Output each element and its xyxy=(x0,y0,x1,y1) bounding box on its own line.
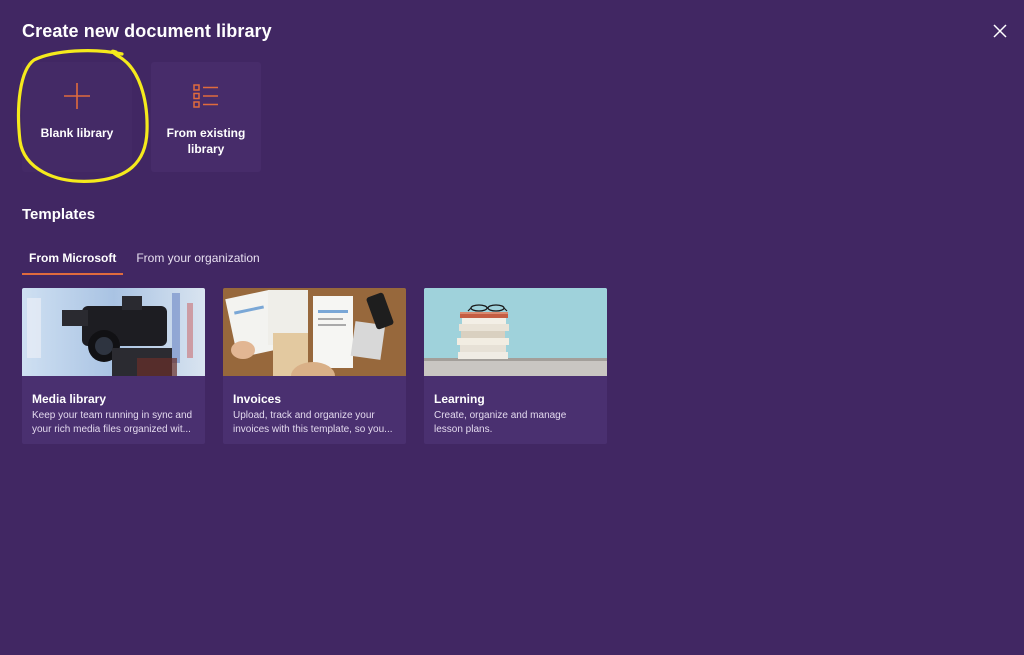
from-existing-library-label: From existing library xyxy=(166,126,246,156)
blank-library-tile[interactable]: Blank library xyxy=(22,62,132,172)
from-existing-library-tile[interactable]: From existing library xyxy=(151,62,261,172)
template-tabs: From Microsoft From your organization xyxy=(22,247,267,275)
card-title: Media library xyxy=(32,392,107,406)
blank-library-label: Blank library xyxy=(40,126,114,140)
template-card-invoices[interactable]: Invoices Upload, track and organize your… xyxy=(223,288,406,444)
stacked-books-photo xyxy=(424,288,607,376)
list-icon xyxy=(191,81,221,111)
card-title: Invoices xyxy=(233,392,282,406)
invoice-papers-photo xyxy=(223,288,406,376)
plus-icon xyxy=(62,81,92,111)
card-title: Learning xyxy=(434,392,485,406)
video-camera-photo xyxy=(22,288,205,376)
close-icon[interactable] xyxy=(990,21,1010,41)
card-description: Keep your team running in sync and your … xyxy=(32,410,193,435)
dialog-title: Create new document library xyxy=(22,21,272,41)
card-description: Upload, track and organize your invoices… xyxy=(233,410,393,435)
templates-heading: Templates xyxy=(22,206,96,223)
tab-from-your-organization[interactable]: From your organization xyxy=(129,247,266,273)
template-card-media-library[interactable]: Media library Keep your team running in … xyxy=(22,288,205,444)
card-description: Create, organize and manage lesson plans… xyxy=(434,410,567,435)
tab-from-microsoft[interactable]: From Microsoft xyxy=(22,247,124,275)
template-card-learning[interactable]: Learning Create, organize and manage les… xyxy=(424,288,607,444)
